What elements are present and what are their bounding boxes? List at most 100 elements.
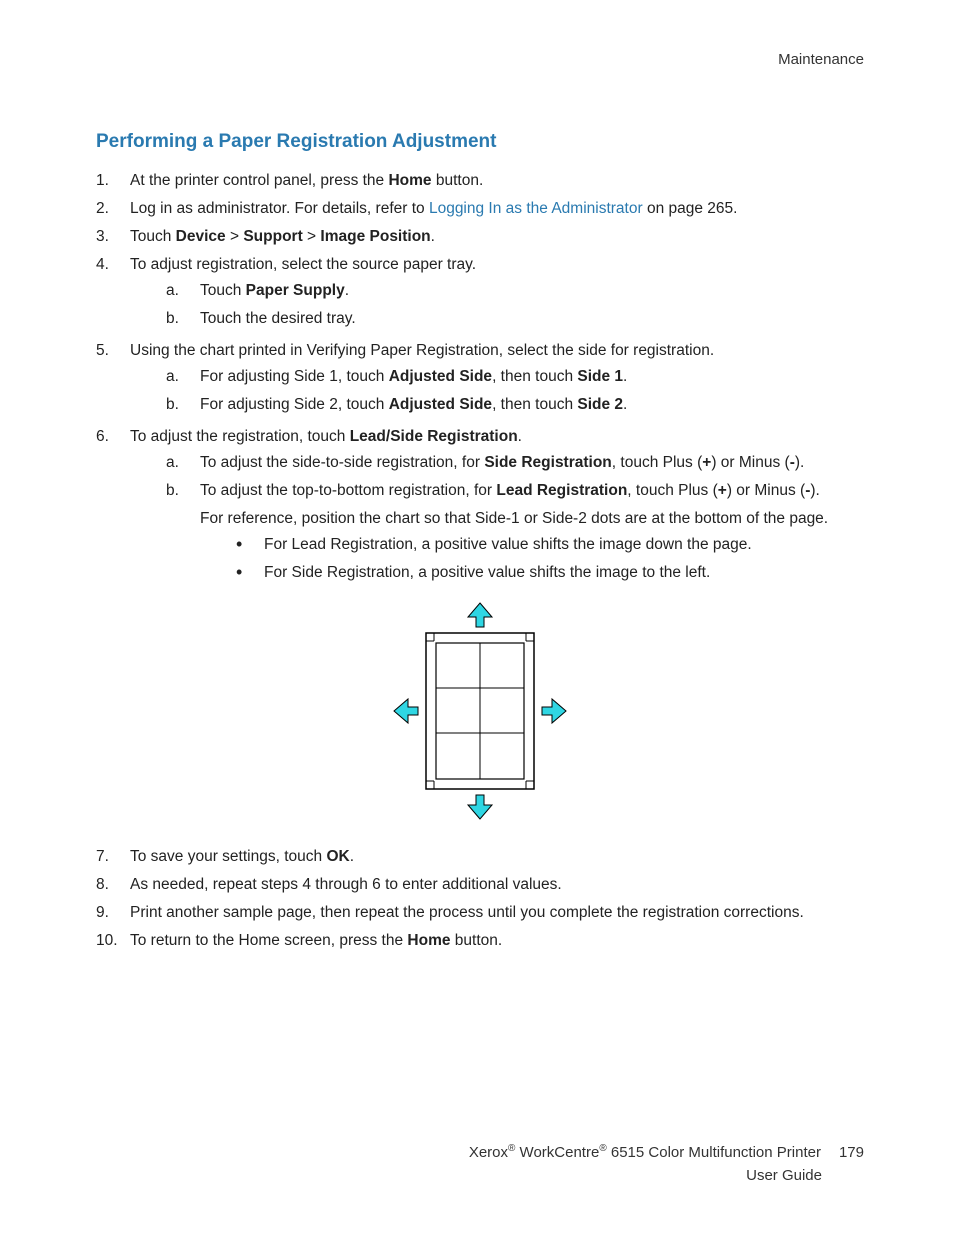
sub-letter: a. <box>166 279 200 303</box>
admin-login-link[interactable]: Logging In as the Administrator <box>429 200 643 217</box>
bullet-icon: • <box>236 561 264 584</box>
page-footer: Xerox® WorkCentre® 6515 Color Multifunct… <box>96 1141 864 1188</box>
bold: Adjusted Side <box>389 368 492 385</box>
step-number: 10. <box>96 929 130 953</box>
bullet-text: For Lead Registration, a positive value … <box>264 533 864 557</box>
sub-list: a. For adjusting Side 1, touch Adjusted … <box>166 365 864 417</box>
step-content: Using the chart printed in Verifying Pap… <box>130 339 864 421</box>
text: To return to the Home screen, press the <box>130 932 407 949</box>
footer-product: WorkCentre <box>515 1144 599 1161</box>
step-content: To adjust registration, select the sourc… <box>130 253 864 335</box>
sub-b: b. Touch the desired tray. <box>166 307 864 331</box>
text: To adjust the side-to-side registration,… <box>200 454 484 471</box>
step-number: 2. <box>96 197 130 221</box>
sub-letter: b. <box>166 479 200 503</box>
footer-subtitle: User Guide <box>96 1164 864 1187</box>
footer-model: 6515 Color Multifunction Printer <box>607 1144 821 1161</box>
bullet-text: For Side Registration, a positive value … <box>264 561 864 585</box>
step-number: 5. <box>96 339 130 363</box>
bold: OK <box>326 848 349 865</box>
page-header-section: Maintenance <box>96 48 864 71</box>
text: > <box>226 228 244 245</box>
text: Using the chart printed in Verifying Pap… <box>130 342 714 359</box>
sub-content: For adjusting Side 1, touch Adjusted Sid… <box>200 365 864 389</box>
step-content: Touch Device > Support > Image Position. <box>130 225 864 249</box>
text: , touch Plus ( <box>627 482 717 499</box>
bold: Lead Registration <box>496 482 627 499</box>
text: For adjusting Side 2, touch <box>200 396 389 413</box>
step-content: Print another sample page, then repeat t… <box>130 901 864 925</box>
bold: Side 2 <box>577 396 623 413</box>
text: To adjust the top-to-bottom registration… <box>200 482 496 499</box>
bold: + <box>718 482 727 499</box>
text: For adjusting Side 1, touch <box>200 368 389 385</box>
text: To adjust the registration, touch <box>130 428 350 445</box>
bullet-item: • For Lead Registration, a positive valu… <box>236 533 864 557</box>
bold: Image Position <box>320 228 430 245</box>
sub-b: b. For adjusting Side 2, touch Adjusted … <box>166 393 864 417</box>
sub-b: b. To adjust the top-to-bottom registrat… <box>166 479 864 589</box>
text: At the printer control panel, press the <box>130 172 388 189</box>
text: To adjust registration, select the sourc… <box>130 256 476 273</box>
bold: Device <box>176 228 226 245</box>
footer-brand: Xerox <box>469 1144 508 1161</box>
step-content: To return to the Home screen, press the … <box>130 929 864 953</box>
step-number: 3. <box>96 225 130 249</box>
sub-content: Touch the desired tray. <box>200 307 864 331</box>
text: . <box>431 228 435 245</box>
step-1: 1. At the printer control panel, press t… <box>96 169 864 193</box>
bullet-item: • For Side Registration, a positive valu… <box>236 561 864 585</box>
text: ) or Minus ( <box>711 454 789 471</box>
sub-a: a. To adjust the side-to-side registrati… <box>166 451 864 475</box>
sub-content: Touch Paper Supply. <box>200 279 864 303</box>
text: ). <box>795 454 804 471</box>
instruction-list: 1. At the printer control panel, press t… <box>96 169 864 593</box>
text: . <box>518 428 522 445</box>
sub-a: a. For adjusting Side 1, touch Adjusted … <box>166 365 864 389</box>
text: , touch Plus ( <box>612 454 702 471</box>
step-content: As needed, repeat steps 4 through 6 to e… <box>130 873 864 897</box>
text: To save your settings, touch <box>130 848 326 865</box>
bold: Lead/Side Registration <box>350 428 518 445</box>
step-7: 7. To save your settings, touch OK. <box>96 845 864 869</box>
bullet-icon: • <box>236 533 264 556</box>
text: ). <box>810 482 819 499</box>
step-2: 2. Log in as administrator. For details,… <box>96 197 864 221</box>
step-5: 5. Using the chart printed in Verifying … <box>96 339 864 421</box>
text: Touch <box>200 282 246 299</box>
instruction-list-cont: 7. To save your settings, touch OK. 8. A… <box>96 845 864 953</box>
step-number: 6. <box>96 425 130 449</box>
step-content: At the printer control panel, press the … <box>130 169 864 193</box>
step-3: 3. Touch Device > Support > Image Positi… <box>96 225 864 249</box>
step-number: 4. <box>96 253 130 277</box>
text: button. <box>451 932 503 949</box>
bold: Support <box>243 228 302 245</box>
text: button. <box>432 172 484 189</box>
diagram-svg <box>388 601 572 821</box>
text: . <box>350 848 354 865</box>
step-4: 4. To adjust registration, select the so… <box>96 253 864 335</box>
bold: Adjusted Side <box>389 396 492 413</box>
sub-list: a. To adjust the side-to-side registrati… <box>166 451 864 589</box>
sub-list: a. Touch Paper Supply. b. Touch the desi… <box>166 279 864 331</box>
text: For reference, position the chart so tha… <box>200 507 864 531</box>
sub-letter: b. <box>166 393 200 417</box>
bold: + <box>702 454 711 471</box>
step-number: 1. <box>96 169 130 193</box>
page-number: 179 <box>839 1141 864 1164</box>
step-10: 10. To return to the Home screen, press … <box>96 929 864 953</box>
step-number: 8. <box>96 873 130 897</box>
sub-content: To adjust the side-to-side registration,… <box>200 451 864 475</box>
step-content: To adjust the registration, touch Lead/S… <box>130 425 864 593</box>
text: ) or Minus ( <box>727 482 805 499</box>
text: . <box>345 282 349 299</box>
text: , then touch <box>492 396 577 413</box>
bold: Paper Supply <box>246 282 345 299</box>
step-9: 9. Print another sample page, then repea… <box>96 901 864 925</box>
bold: Home <box>388 172 431 189</box>
text: on page 265. <box>643 200 738 217</box>
step-number: 7. <box>96 845 130 869</box>
sub-letter: a. <box>166 365 200 389</box>
sub-letter: a. <box>166 451 200 475</box>
bullet-list: • For Lead Registration, a positive valu… <box>236 533 864 585</box>
